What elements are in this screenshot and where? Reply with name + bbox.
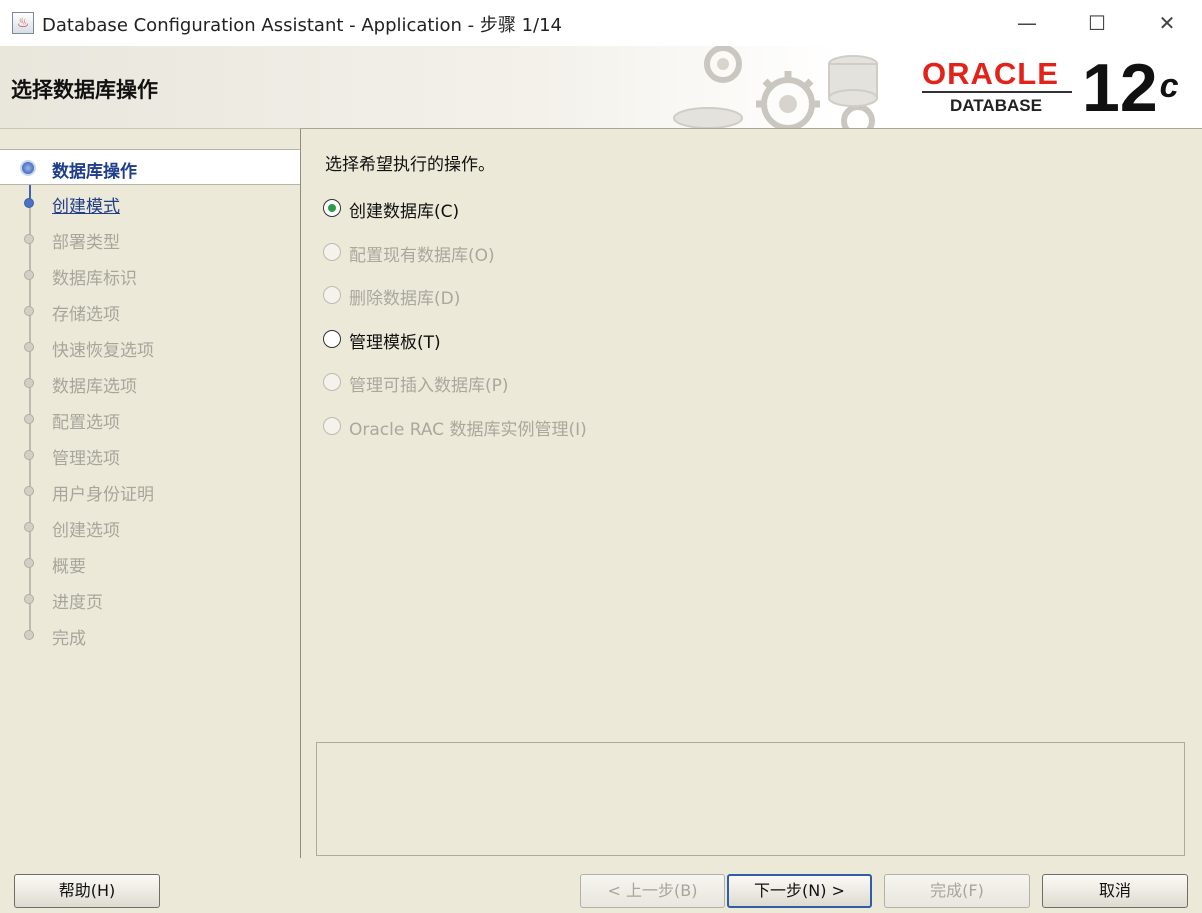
message-panel <box>316 742 1185 856</box>
sidebar-step: 数据库标识 <box>0 257 300 293</box>
steps-sidebar: 数据库操作创建模式部署类型数据库标识存储选项快速恢复选项 数据库选项配置选项管理选… <box>0 128 301 858</box>
minimize-button[interactable]: — <box>992 0 1062 46</box>
sidebar-step: 创建选项 <box>0 509 300 545</box>
step-indicator-icon <box>24 630 34 640</box>
version-logo: 12c <box>1082 54 1179 122</box>
page-title: 选择数据库操作 <box>11 78 158 102</box>
version-suffix: c <box>1159 67 1179 105</box>
cancel-button[interactable]: 取消 <box>1042 874 1188 908</box>
step-indicator-icon <box>24 414 34 424</box>
sidebar-step-label: 创建选项 <box>52 521 120 541</box>
page-header: 选择数据库操作 ORACLE DATABASE 12c <box>0 46 1202 129</box>
option-label: 创建数据库(C) <box>349 202 460 222</box>
gears-decoration-icon <box>673 46 878 128</box>
java-app-icon: ♨ <box>12 12 34 34</box>
step-indicator-icon <box>24 306 34 316</box>
version-number: 12 <box>1082 50 1158 126</box>
radio-button[interactable] <box>323 329 341 348</box>
sidebar-step-label: 管理选项 <box>52 449 120 469</box>
logo-divider <box>922 91 1072 93</box>
main-content: 选择希望执行的操作。 创建数据库(C) 配置现有数据库(O) 删除数据库(D) 管理模… <box>301 128 1202 857</box>
radio-button <box>323 373 341 392</box>
sidebar-step[interactable]: 数据库操作 <box>0 149 300 185</box>
step-indicator-icon <box>24 486 34 496</box>
sidebar-step: 完成 <box>0 617 300 653</box>
oracle-brand: ORACLE <box>922 56 1059 91</box>
sidebar-step-label: 进度页 <box>52 593 103 613</box>
sidebar-step: 管理选项 <box>0 437 300 473</box>
oracle-database-label: DATABASE <box>950 96 1042 115</box>
maximize-button[interactable]: ☐ <box>1062 0 1132 46</box>
help-button[interactable]: 帮助(H) <box>14 874 160 908</box>
sidebar-step: 部署类型 <box>0 221 300 257</box>
option-label: Oracle RAC 数据库实例管理(I) <box>349 420 587 440</box>
sidebar-step-label: 快速恢复选项 <box>52 341 154 361</box>
sidebar-step-label: 配置选项 <box>52 413 120 433</box>
radio-button <box>323 286 341 305</box>
step-indicator-icon <box>24 270 34 280</box>
sidebar-step-label: 数据库操作 <box>52 162 137 182</box>
option-label: 配置现有数据库(O) <box>349 245 495 266</box>
sidebar-step-label: 数据库选项 <box>52 377 137 397</box>
instruction-text: 选择希望执行的操作。 <box>325 155 495 175</box>
step-indicator-icon <box>24 342 34 352</box>
sidebar-step-label: 部署类型 <box>52 233 120 253</box>
back-button[interactable]: < 上一步(B) <box>580 874 725 908</box>
sidebar-step: 数据库选项 <box>0 365 300 401</box>
sidebar-step-label: 数据库标识 <box>52 269 137 289</box>
sidebar-step-label: 完成 <box>52 629 86 649</box>
step-indicator-icon <box>24 378 34 388</box>
sidebar-step-label: 概要 <box>52 557 86 577</box>
window-title: Database Configuration Assistant - Appli… <box>42 15 562 36</box>
sidebar-step: 概要 <box>0 545 300 581</box>
oracle-logo: ORACLE DATABASE <box>922 58 1072 118</box>
next-button[interactable]: 下一步(N) > <box>727 874 872 908</box>
step-indicator-icon <box>24 198 34 208</box>
step-indicator-icon <box>24 594 34 604</box>
radio-button <box>323 242 341 261</box>
finish-button[interactable]: 完成(F) <box>884 874 1030 908</box>
sidebar-step[interactable]: 创建模式 <box>0 185 300 221</box>
title-bar: ♨ Database Configuration Assistant - App… <box>0 0 1202 46</box>
step-indicator-icon <box>24 522 34 532</box>
option-label: 管理模板(T) <box>349 332 441 353</box>
sidebar-step-label: 创建模式 <box>52 197 120 217</box>
sidebar-step: 用户身份证明 <box>0 473 300 509</box>
step-indicator-icon <box>20 160 36 176</box>
radio-button <box>323 417 341 435</box>
step-indicator-icon <box>24 450 34 460</box>
radio-button[interactable] <box>323 199 341 217</box>
sidebar-step: 快速恢复选项 <box>0 329 300 365</box>
step-indicator-icon <box>24 558 34 568</box>
close-button[interactable]: ✕ <box>1132 0 1202 46</box>
option-label: 管理可插入数据库(P) <box>349 376 509 397</box>
sidebar-step-label: 存储选项 <box>52 305 120 325</box>
sidebar-step: 配置选项 <box>0 401 300 437</box>
sidebar-step: 进度页 <box>0 581 300 617</box>
sidebar-step: 存储选项 <box>0 293 300 329</box>
step-indicator-icon <box>24 234 34 244</box>
option-label: 删除数据库(D) <box>349 289 461 310</box>
sidebar-step-label: 用户身份证明 <box>52 485 154 505</box>
